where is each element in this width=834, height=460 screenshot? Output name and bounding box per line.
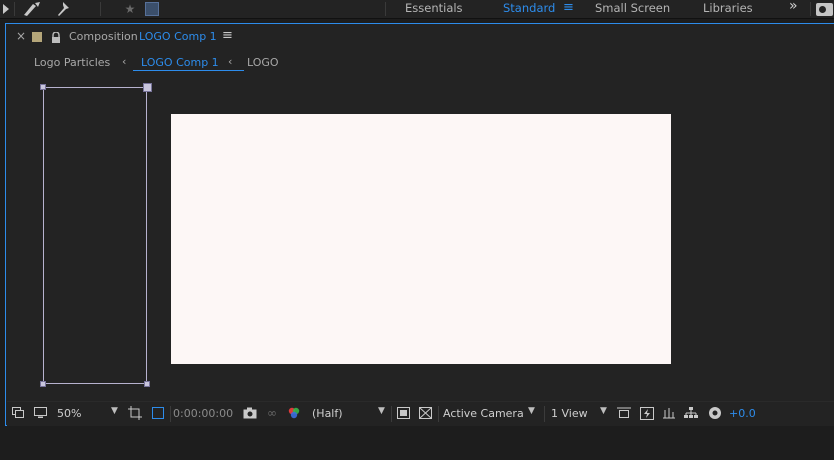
timecode[interactable]: 0:00:00:00 [173,407,233,420]
reset-exposure-icon[interactable] [707,405,723,421]
flowchart-icon[interactable] [683,405,699,421]
workspace-menu-icon[interactable]: ≡ [563,0,574,15]
always-preview-icon[interactable] [10,405,26,421]
timeline-icon[interactable] [661,405,677,421]
composition-frame[interactable] [171,114,671,364]
close-panel-icon[interactable]: × [16,29,26,43]
transparency-grid-icon[interactable] [417,405,433,421]
chevron-down-icon[interactable]: ▼ [378,406,385,416]
breadcrumb-separator: ‹ [122,55,127,68]
chevron-down-icon[interactable]: ▼ [528,406,535,416]
camera-dropdown[interactable]: Active Camera [443,407,524,420]
toggle-pixel-aspect-icon[interactable] [616,405,632,421]
layer-handle-top-left[interactable] [40,84,46,90]
fast-previews-icon[interactable] [395,405,411,421]
workspace-essentials[interactable]: Essentials [405,1,463,15]
mask-path-icon[interactable] [150,405,166,421]
toolbar-divider [14,2,15,16]
breadcrumb-logo-particles[interactable]: Logo Particles [34,56,110,69]
brush-square-icon[interactable] [143,0,161,18]
puppet-pin-icon[interactable] [52,0,74,18]
panel-menu-icon[interactable]: ≡ [222,28,233,43]
layer-handle-bottom-left[interactable] [40,381,46,387]
composition-viewer[interactable] [7,76,834,400]
workspace-standard[interactable]: Standard [503,1,555,15]
footer-divider [544,406,545,422]
footer-divider [438,406,439,422]
lock-icon[interactable] [51,29,61,43]
panel-tab: × Composition LOGO Comp 1 ≡ [6,24,834,50]
layer-handle-top-right[interactable] [143,83,152,92]
composition-panel: × Composition LOGO Comp 1 ≡ Logo Particl… [5,23,834,426]
chevron-down-icon[interactable]: ▼ [600,406,607,416]
label-color-swatch[interactable] [32,32,42,42]
breadcrumb-active-indicator [133,51,244,71]
monitor-icon[interactable] [32,405,48,421]
workspace-libraries[interactable]: Libraries [703,1,753,15]
region-of-interest-icon[interactable] [127,405,143,421]
workspace-small-screen[interactable]: Small Screen [595,1,670,15]
viewer-footer-bar: 50% ▼ 0:00:00:00 ∞ (Half) ▼ Active Camer… [7,401,834,426]
roto-brush-icon[interactable] [20,0,44,18]
toolbar-divider [385,2,386,16]
toolbar-divider [100,2,101,16]
camera-snapshot-icon[interactable] [242,405,258,421]
pen-tool-icon[interactable] [0,0,12,18]
layer-bounding-box[interactable] [43,87,147,384]
view-layout-dropdown[interactable]: 1 View [551,407,588,420]
footer-divider [391,406,392,422]
panel-tab-name[interactable]: LOGO Comp 1 [139,30,217,43]
show-snapshot-icon[interactable]: ∞ [264,405,280,421]
top-toolbar: ★ Essentials Standard ≡ Small Screen Lib… [0,0,834,19]
exposure-value[interactable]: +0.0 [729,407,756,420]
layer-handle-bottom-right[interactable] [144,381,150,387]
toolbar-divider [810,2,811,16]
chevron-down-icon[interactable]: ▼ [111,406,118,416]
footer-divider [170,406,171,422]
zoom-dropdown[interactable]: 50% [57,407,81,420]
panel-tab-prefix: Composition [69,30,138,43]
breadcrumb: Logo Particles ‹ LOGO Comp 1 ‹ LOGO [6,50,834,76]
fast-preview-lightning-icon[interactable] [639,405,655,421]
settings-icon[interactable] [815,0,834,18]
resolution-dropdown[interactable]: (Half) [312,407,343,420]
color-channel-icon[interactable] [286,405,302,421]
breadcrumb-logo[interactable]: LOGO [247,56,279,69]
more-workspaces-icon[interactable]: » [789,0,798,14]
star-icon[interactable]: ★ [122,0,138,18]
